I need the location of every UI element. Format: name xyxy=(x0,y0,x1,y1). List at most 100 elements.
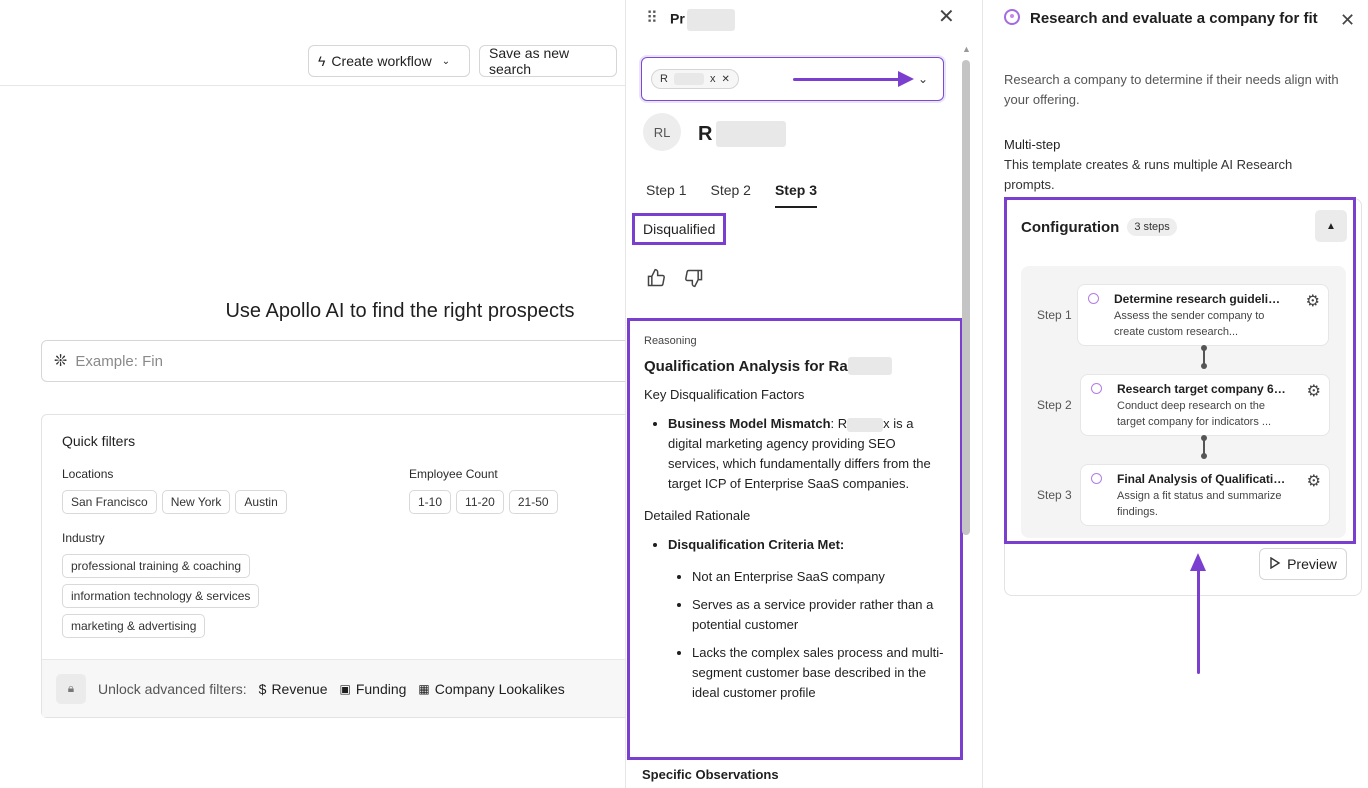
step-description: Conduct deep research on the target comp… xyxy=(1117,400,1272,428)
gear-icon[interactable]: ⚙ xyxy=(1307,471,1321,491)
ai-step-icon xyxy=(1091,383,1102,394)
list-item: Disqualification Criteria Met: Not an En… xyxy=(668,535,946,703)
building-icon: ▦ xyxy=(418,681,430,696)
selected-account-chip[interactable]: Rx ✕ xyxy=(651,69,739,89)
tab-step-2[interactable]: Step 2 xyxy=(710,182,750,208)
advanced-filters-bar: 🔒︎ Unlock advanced filters: $ Revenue ▣ Fu… xyxy=(42,659,640,717)
detailed-heading: Detailed Rationale xyxy=(644,508,751,523)
redacted-text xyxy=(673,73,704,85)
research-result-panel: ⠿ Pr ✕ Rx ✕ ⌄ RL R Step 1 Step 2 Step 3 … xyxy=(625,0,983,788)
locations-label: Locations xyxy=(62,467,114,481)
step-card[interactable]: Determine research guidelines... Assess … xyxy=(1077,284,1329,346)
employee-chip[interactable]: 11-20 xyxy=(456,490,504,514)
mismatch-title: Business Model Mismatch xyxy=(668,416,831,431)
tab-step-3[interactable]: Step 3 xyxy=(774,182,817,208)
step-title: Research target company 6504 xyxy=(1117,382,1287,396)
criteria-title: Disqualification Criteria Met xyxy=(668,537,840,552)
lock-icon: 🔒︎ xyxy=(56,673,86,704)
ai-research-icon xyxy=(1004,9,1020,25)
annotation-arrow xyxy=(1197,568,1200,674)
step-title: Final Analysis of Qualification... xyxy=(1117,472,1287,486)
create-workflow-button[interactable]: ϟ Create workflow ⌄ xyxy=(308,45,470,77)
employee-chip[interactable]: 21-50 xyxy=(508,490,558,514)
template-description: Research a company to determine if their… xyxy=(1004,72,1339,107)
specific-observations-heading: Specific Observations xyxy=(642,767,779,782)
industry-label: Industry xyxy=(62,531,105,545)
quick-filters-card: Quick filters Locations San Francisco Ne… xyxy=(41,414,641,718)
key-factors-heading: Key Disqualification Factors xyxy=(644,387,805,402)
reasoning-label: Reasoning xyxy=(644,335,697,347)
ai-step-icon xyxy=(1088,293,1099,304)
sparkle-icon: ❊ xyxy=(54,353,68,370)
status-text: Disqualified xyxy=(643,221,716,237)
industry-chip[interactable]: information technology & services xyxy=(62,584,260,608)
step-label: Step 1 xyxy=(1037,308,1072,322)
step-label: Step 3 xyxy=(1037,488,1072,502)
panel-header: ⠿ Pr ✕ xyxy=(626,0,982,36)
tab-step-1[interactable]: Step 1 xyxy=(646,182,686,208)
scroll-thumb[interactable] xyxy=(962,60,970,535)
redacted-text xyxy=(847,417,884,432)
analysis-heading: Qualification Analysis for Ra xyxy=(644,357,946,375)
scroll-up-icon[interactable]: ▲ xyxy=(962,44,971,54)
collapse-button[interactable]: ▲ xyxy=(1315,210,1347,242)
location-chip[interactable]: New York xyxy=(161,490,231,514)
feedback-buttons xyxy=(646,268,704,294)
analysis-title: Qualification Analysis for Ra xyxy=(644,357,848,375)
play-icon xyxy=(1269,556,1281,572)
money-icon: ▣ xyxy=(339,681,351,696)
chevron-down-icon[interactable]: ⌄ xyxy=(918,72,928,86)
chip-suffix: x xyxy=(709,73,716,85)
template-panel: Research and evaluate a company for fit … xyxy=(984,0,1368,788)
close-icon[interactable]: ✕ xyxy=(1340,10,1355,31)
save-search-label: Save as new search xyxy=(489,45,570,77)
search-placeholder: Example: Fin xyxy=(75,352,163,370)
ai-step-icon xyxy=(1091,473,1102,484)
annotation-arrow xyxy=(793,78,903,81)
lightning-icon: ϟ xyxy=(318,53,326,69)
multi-step-info: Multi-step This template creates & runs … xyxy=(1004,135,1334,195)
chip-prefix: R xyxy=(660,73,668,85)
step-title: Determine research guidelines... xyxy=(1114,292,1284,306)
location-chip[interactable]: Austin xyxy=(235,490,287,514)
thumbs-down-icon[interactable] xyxy=(684,268,704,294)
steps-count-badge: 3 steps xyxy=(1127,218,1177,236)
ai-search-input[interactable]: ❊ Example: Fin xyxy=(41,340,651,382)
list-item: Lacks the complex sales process and mult… xyxy=(692,643,946,703)
lookalikes-filter[interactable]: ▦ Company Lookalikes xyxy=(418,681,564,697)
step-card[interactable]: Research target company 6504 Conduct dee… xyxy=(1080,374,1330,436)
status-badge: Disqualified xyxy=(632,213,726,245)
step-connector xyxy=(1201,435,1207,459)
thumbs-up-icon[interactable] xyxy=(646,268,666,294)
redacted-text xyxy=(686,9,735,31)
funding-filter[interactable]: ▣ Funding xyxy=(339,681,406,697)
quick-filters-title: Quick filters xyxy=(62,433,136,449)
location-chip[interactable]: San Francisco xyxy=(62,490,157,514)
close-icon[interactable]: ✕ xyxy=(938,4,955,29)
drag-handle-icon[interactable]: ⠿ xyxy=(646,8,658,28)
industry-chip[interactable]: professional training & coaching xyxy=(62,554,251,578)
gear-icon[interactable]: ⚙ xyxy=(1307,381,1321,401)
criteria-list: Disqualification Criteria Met: Not an En… xyxy=(668,535,946,703)
remove-chip-icon[interactable]: ✕ xyxy=(721,74,729,85)
industry-chip[interactable]: marketing & advertising xyxy=(62,614,206,638)
main-search-area: ϟ Create workflow ⌄ Save as new search U… xyxy=(0,0,651,788)
preview-button[interactable]: Preview xyxy=(1259,548,1347,580)
lookalikes-label: Company Lookalikes xyxy=(434,680,565,697)
step-card[interactable]: Final Analysis of Qualification... Assig… xyxy=(1080,464,1330,526)
revenue-label: Revenue xyxy=(271,680,328,697)
revenue-filter[interactable]: $ Revenue xyxy=(259,681,328,697)
industry-chips: professional training & coaching informa… xyxy=(62,554,260,638)
configuration-section: Configuration 3 steps ▲ Step 1 Determine… xyxy=(1004,197,1356,544)
list-item: Business Model Mismatch: Rx is a digital… xyxy=(668,414,946,494)
configuration-title: Configuration xyxy=(1021,218,1120,236)
scrollbar[interactable]: ▲ xyxy=(960,44,972,788)
reasoning-section: Reasoning Qualification Analysis for Ra … xyxy=(627,318,963,760)
steps-list: Step 1 Determine research guidelines... … xyxy=(1021,266,1346,538)
multi-step-description: This template creates & runs multiple AI… xyxy=(1004,157,1293,192)
save-search-button[interactable]: Save as new search xyxy=(479,45,617,77)
employee-chip[interactable]: 1-10 xyxy=(409,490,452,514)
criteria-sublist: Not an Enterprise SaaS company Serves as… xyxy=(692,567,946,703)
gear-icon[interactable]: ⚙ xyxy=(1306,291,1320,311)
create-workflow-label: Create workflow xyxy=(331,53,432,69)
